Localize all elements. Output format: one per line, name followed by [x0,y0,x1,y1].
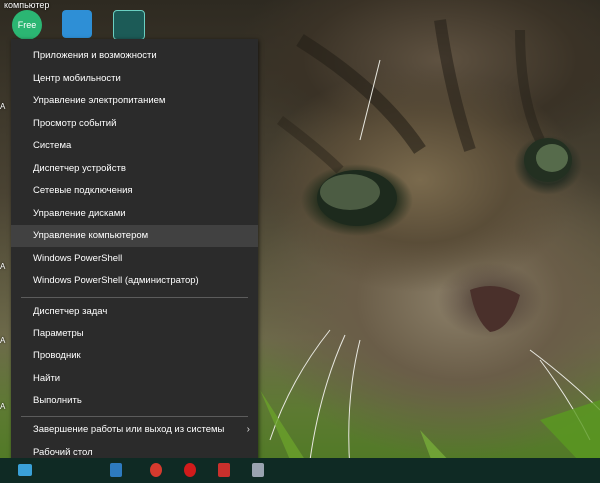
menu-item-disk-management[interactable]: Управление дисками [11,203,258,225]
menu-item-task-manager[interactable]: Диспетчер задач [11,301,258,323]
desktop-icon-caption: компьютер [4,0,50,10]
chevron-right-icon: › [246,424,250,435]
blue-app-desktop-icon[interactable] [62,10,96,40]
menu-item-settings[interactable]: Параметры [11,323,258,345]
menu-item-powershell[interactable]: Windows PowerShell [11,248,258,270]
refresh-app-icon [62,10,92,38]
menu-item-file-explorer[interactable]: Проводник [11,345,258,367]
opera-icon[interactable] [184,463,196,477]
menu-item-search[interactable]: Найти [11,368,258,390]
taskbar-window-icon[interactable] [252,463,264,477]
media-app-icon [113,10,145,40]
menu-item-device-manager[interactable]: Диспетчер устройств [11,158,258,180]
free-app-icon: Free [12,10,42,40]
menu-item-shutdown-signout[interactable]: Завершение работы или выход из системы › [11,419,258,441]
taskbar-tm-icon[interactable] [218,463,230,477]
free-app-desktop-icon[interactable]: Free [12,10,46,40]
menu-item-apps-features[interactable]: Приложения и возможности [11,45,258,67]
taskbar-browser-icon[interactable] [150,463,162,477]
menu-item-mobility-center[interactable]: Центр мобильности [11,68,258,90]
menu-item-power-options[interactable]: Управление электропитанием [11,90,258,112]
menu-item-network-connections[interactable]: Сетевые подключения [11,180,258,202]
teal-app-desktop-icon[interactable] [113,10,147,40]
menu-item-powershell-admin[interactable]: Windows PowerShell (администратор) [11,270,258,292]
menu-item-run[interactable]: Выполнить [11,390,258,412]
menu-item-shutdown-label: Завершение работы или выход из системы [33,424,225,435]
menu-item-event-viewer[interactable]: Просмотр событий [11,113,258,135]
menu-item-system[interactable]: Система [11,135,258,157]
menu-separator [21,297,248,298]
taskbar-app-icon[interactable] [110,463,122,477]
taskbar [0,458,600,483]
desktop-side-letter: А [0,262,6,271]
menu-separator [21,416,248,417]
desktop-side-letter: А [0,102,6,111]
menu-item-computer-management[interactable]: Управление компьютером [11,225,258,247]
desktop-side-letter: А [0,336,6,345]
desktop-side-letter: А [0,402,6,411]
windows-start-icon[interactable] [18,464,32,476]
winx-context-menu: Приложения и возможности Центр мобильнос… [11,39,258,467]
